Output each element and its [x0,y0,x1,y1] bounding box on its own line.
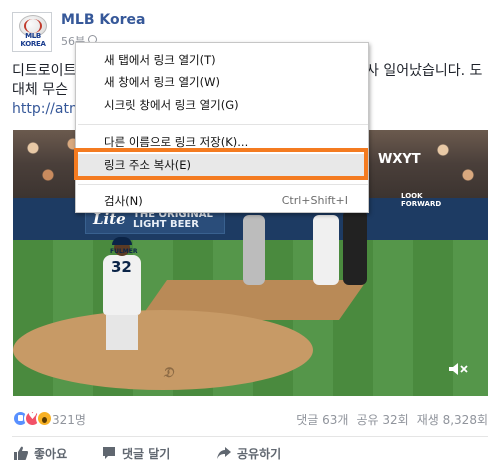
reaction-count[interactable]: 321명 [52,411,86,428]
pitcher-cap [112,237,132,245]
divider [12,436,488,437]
menu-separator [78,184,368,185]
context-menu: 새 탭에서 링크 열기(T) 새 창에서 링크 열기(W) 시크릿 창에서 링크… [75,42,369,213]
thumbs-up-icon [14,446,28,460]
comment-button[interactable]: 댓글 달기 [102,444,170,462]
ad-right: LOOK FORWARD [401,192,442,208]
menu-separator [78,124,368,125]
pitcher-number: 32 [111,258,132,276]
share-button[interactable]: 공유하기 [217,444,281,462]
batter [243,215,265,285]
comment-icon [103,447,115,459]
share-count[interactable]: 공유 32회 [356,411,408,428]
wow-reaction-icon [36,410,53,427]
menu-item-open-new-window[interactable]: 새 창에서 링크 열기(W) [76,71,368,93]
facebook-post: MLB KOREA MLB Korea 56분 디트로이트 사 일어났습니다. … [0,0,500,466]
mound-logo-icon: 𝔇 [163,365,174,381]
view-count: 재생 8,328회 [416,413,488,427]
menu-item-inspect[interactable]: 검사(N) Ctrl+Shift+I [76,190,368,212]
comment-count[interactable]: 댓글 63개 [296,411,348,428]
umpire [343,210,367,285]
catcher [313,215,339,285]
share-arrow-icon [217,447,231,459]
mute-icon[interactable] [448,362,470,376]
page-name[interactable]: MLB Korea [61,12,145,28]
station-sign: WXYT [378,152,421,167]
menu-item-open-incognito[interactable]: 시크릿 창에서 링크 열기(G) [76,94,368,116]
logo-text: MLB KOREA [20,32,46,48]
like-button[interactable]: 좋아요 [14,444,67,462]
menu-item-open-new-tab[interactable]: 새 탭에서 링크 열기(T) [76,49,368,71]
pitcher-name: FULMER [110,248,138,255]
pitcher-legs [106,315,138,350]
inspect-shortcut: Ctrl+Shift+I [281,194,348,207]
ad-text: THE ORIGINAL LIGHT BEER [133,209,213,230]
post-stats: 댓글 63개 공유 32회 재생 8,328회 [296,411,488,428]
highlight-annotation [74,148,368,180]
page-avatar[interactable]: MLB KOREA [12,12,52,52]
